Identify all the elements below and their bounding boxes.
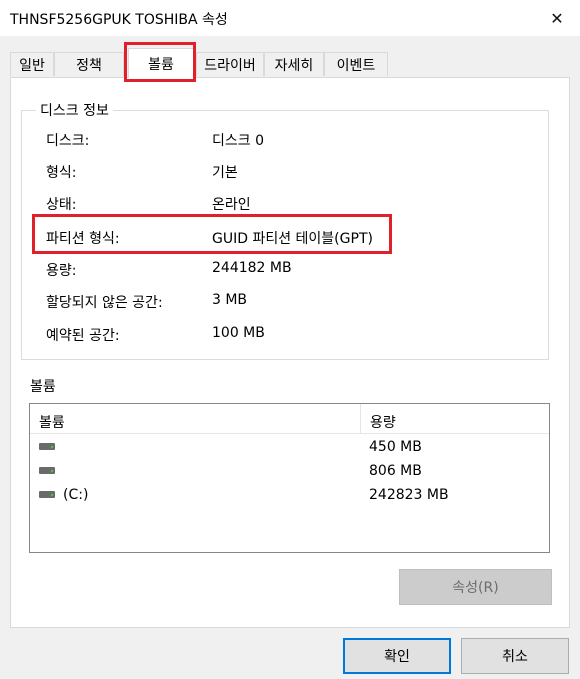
list-item[interactable]: 450 MB <box>30 436 549 460</box>
unallocated-label: 할당되지 않은 공간: <box>46 295 163 311</box>
volume-capacity: 242823 MB <box>369 487 449 503</box>
tab-events[interactable]: 이벤트 <box>324 52 388 76</box>
status-label: 상태: <box>46 197 77 213</box>
tab-label: 이벤트 <box>336 57 376 74</box>
window-title: THNSF5256GPUK TOSHIBA 속성 <box>10 12 228 28</box>
disk-properties-window: THNSF5256GPUK TOSHIBA 속성 ✕ 일반 정책 볼륨 드라이버… <box>0 0 580 679</box>
tab-volumes[interactable]: 볼륨 <box>128 48 194 78</box>
column-header-volume[interactable]: 볼륨 <box>39 412 65 432</box>
volumes-list-header: 볼륨 용량 <box>30 404 549 434</box>
title-bar[interactable]: THNSF5256GPUK TOSHIBA 속성 ✕ <box>0 0 580 36</box>
ok-button[interactable]: 확인 <box>343 638 451 674</box>
list-item[interactable]: (C:) 242823 MB <box>30 484 549 508</box>
volumes-list[interactable]: 볼륨 용량 450 MB 806 MB (C:) 242823 MB <box>29 403 550 553</box>
tab-strip: 일반 정책 볼륨 드라이버 자세히 이벤트 <box>10 48 570 78</box>
disk-label: 디스크: <box>46 133 90 149</box>
partition-style-value: GUID 파티션 테이블(GPT) <box>212 231 373 247</box>
drive-icon <box>39 465 55 475</box>
type-label: 형식: <box>46 165 77 181</box>
properties-button[interactable]: 속성(R) <box>399 569 552 605</box>
status-value: 온라인 <box>212 197 251 213</box>
volume-capacity: 450 MB <box>369 439 422 455</box>
tab-driver[interactable]: 드라이버 <box>196 52 264 76</box>
tab-label: 드라이버 <box>204 57 256 74</box>
column-header-capacity[interactable]: 용량 <box>370 412 396 432</box>
close-icon: ✕ <box>550 8 564 28</box>
column-divider[interactable] <box>360 404 361 434</box>
cancel-button[interactable]: 취소 <box>461 638 569 674</box>
drive-icon <box>39 489 55 499</box>
reserved-label: 예약된 공간: <box>46 328 120 344</box>
close-button[interactable]: ✕ <box>534 0 580 36</box>
reserved-value: 100 MB <box>212 325 265 341</box>
capacity-value: 244182 MB <box>212 260 292 276</box>
tab-general[interactable]: 일반 <box>10 52 54 76</box>
tab-label: 일반 <box>19 57 45 74</box>
volume-name: (C:) <box>63 487 89 503</box>
capacity-label: 용량: <box>46 263 77 279</box>
volume-capacity: 806 MB <box>369 463 422 479</box>
type-value: 기본 <box>212 165 238 181</box>
volumes-section-label: 볼륨 <box>30 379 56 395</box>
tab-label: 자세히 <box>274 57 314 74</box>
tab-details[interactable]: 자세히 <box>264 52 324 76</box>
tab-label: 볼륨 <box>148 56 174 73</box>
tab-policy[interactable]: 정책 <box>54 52 124 76</box>
partition-style-label: 파티션 형식: <box>46 231 120 247</box>
disk-value: 디스크 0 <box>212 133 264 149</box>
disk-info-title: 디스크 정보 <box>36 100 113 120</box>
tab-label: 정책 <box>76 57 102 74</box>
drive-icon <box>39 441 55 451</box>
unallocated-value: 3 MB <box>212 292 248 308</box>
list-item[interactable]: 806 MB <box>30 460 549 484</box>
